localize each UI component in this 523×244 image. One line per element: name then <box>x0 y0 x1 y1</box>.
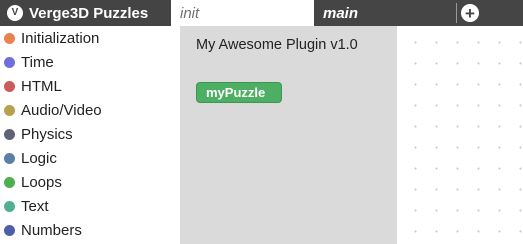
category-color-dot-icon <box>4 152 15 164</box>
category-color-dot-icon <box>4 176 15 188</box>
tab-divider <box>456 3 457 23</box>
category-audio-video[interactable]: Audio/Video <box>0 98 180 122</box>
category-color-dot-icon <box>4 224 15 236</box>
app-title-text: Verge3D Puzzles <box>29 4 149 22</box>
category-time[interactable]: Time <box>0 50 180 74</box>
plus-icon: + <box>465 3 475 23</box>
category-logic[interactable]: Logic <box>0 146 180 170</box>
category-html[interactable]: HTML <box>0 74 180 98</box>
tab-init-label: init <box>180 4 200 22</box>
plugin-flyout: My Awesome Plugin v1.0 myPuzzle <box>180 26 397 244</box>
category-loops[interactable]: Loops <box>0 170 180 194</box>
verge3d-logo-icon: V <box>7 5 23 21</box>
category-label: Audio/Video <box>21 101 102 119</box>
top-bar: V Verge3D Puzzles init main + <box>0 0 523 26</box>
my-puzzle-block[interactable]: myPuzzle <box>196 82 282 103</box>
category-label: Numbers <box>21 221 82 239</box>
category-label: Loops <box>21 173 62 191</box>
plugin-title: My Awesome Plugin v1.0 <box>196 37 358 53</box>
tab-main-label: main <box>323 4 359 22</box>
category-physics[interactable]: Physics <box>0 122 180 146</box>
toolbox: Initialization Time HTML Audio/Video Phy… <box>0 26 180 244</box>
add-tab-button[interactable]: + <box>461 4 479 22</box>
tab-main[interactable]: main <box>314 0 457 26</box>
category-color-dot-icon <box>4 104 15 116</box>
category-label: Physics <box>21 125 73 143</box>
puzzle-workspace[interactable] <box>397 26 523 244</box>
category-color-dot-icon <box>4 128 15 140</box>
app-title: V Verge3D Puzzles <box>0 0 171 26</box>
category-color-dot-icon <box>4 32 15 44</box>
category-label: Logic <box>21 149 57 167</box>
category-initialization[interactable]: Initialization <box>0 26 180 50</box>
category-label: HTML <box>21 77 62 95</box>
category-numbers[interactable]: Numbers <box>0 218 180 242</box>
category-color-dot-icon <box>4 56 15 68</box>
category-label: Initialization <box>21 29 100 47</box>
tab-init[interactable]: init <box>171 0 314 26</box>
category-color-dot-icon <box>4 80 15 92</box>
block-label: myPuzzle <box>206 85 266 100</box>
category-text[interactable]: Text <box>0 194 180 218</box>
category-label: Text <box>21 197 49 215</box>
category-label: Time <box>21 53 54 71</box>
category-color-dot-icon <box>4 200 15 212</box>
